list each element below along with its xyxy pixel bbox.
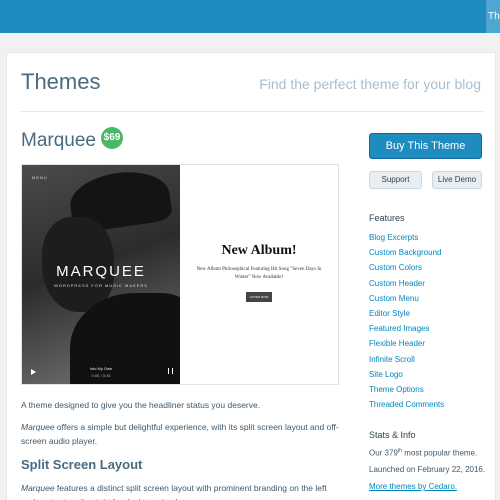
feature-link[interactable]: Custom Menu bbox=[369, 291, 444, 306]
description-paragraph-layout: Marquee features a distinct split screen… bbox=[21, 481, 341, 500]
features-heading: Features bbox=[369, 213, 405, 223]
page-title: Themes bbox=[21, 69, 101, 94]
preview-brand-subtitle: WORDPRESS FOR MUSIC MAKERS bbox=[54, 283, 148, 288]
description-intro: A theme designed to give you the headlin… bbox=[21, 400, 261, 410]
feature-link[interactable]: Infinite Scroll bbox=[369, 352, 444, 367]
buy-theme-button[interactable]: Buy This Theme bbox=[369, 133, 482, 159]
description-paragraph: Marquee offers a simple but delightful e… bbox=[21, 420, 341, 448]
stat-popularity-text: most popular theme. bbox=[402, 448, 478, 458]
preview-player-time: 0:00 / 3:15 bbox=[91, 373, 111, 378]
preview-album-text: New Album Philosophical Featuring Hit So… bbox=[196, 267, 322, 280]
top-bar: The bbox=[0, 0, 500, 33]
preview-content-panel: New Album! New Album Philosophical Featu… bbox=[180, 165, 338, 384]
feature-link[interactable]: Custom Header bbox=[369, 276, 444, 291]
theme-name: Marquee bbox=[21, 130, 96, 151]
header-divider bbox=[21, 111, 483, 112]
more-themes-link[interactable]: More themes by Cedaro. bbox=[369, 482, 457, 491]
feature-list: Blog Excerpts Custom Background Custom C… bbox=[369, 230, 444, 412]
stat-popularity: Our 379th most popular theme. bbox=[369, 448, 477, 458]
support-button[interactable]: Support bbox=[369, 171, 422, 189]
page-tagline: Find the perfect theme for your blog bbox=[259, 76, 481, 92]
feature-link[interactable]: Custom Background bbox=[369, 245, 444, 260]
feature-link[interactable]: Blog Excerpts bbox=[369, 230, 444, 245]
theme-preview-image[interactable]: MENU MARQUEE WORDPRESS FOR MUSIC MAKERS … bbox=[21, 164, 339, 385]
description-paragraph-layout-text: features a distinct split screen layout … bbox=[21, 483, 327, 500]
playlist-icon bbox=[168, 368, 173, 374]
section-heading: Split Screen Layout bbox=[21, 457, 143, 472]
stat-launch-date: Launched on February 22, 2016. bbox=[369, 465, 486, 474]
feature-link[interactable]: Threaded Comments bbox=[369, 397, 444, 412]
feature-link[interactable]: Featured Images bbox=[369, 321, 444, 336]
preview-album-title: New Album! bbox=[221, 243, 297, 258]
preview-brand: MARQUEE bbox=[56, 263, 146, 280]
stat-popularity-prefix: Our 379 bbox=[369, 448, 398, 458]
preview-branding-panel: MENU MARQUEE WORDPRESS FOR MUSIC MAKERS … bbox=[22, 165, 180, 384]
top-bar-corner-label[interactable]: The bbox=[486, 0, 500, 33]
preview-listen-button: LISTEN NOW bbox=[246, 292, 272, 302]
feature-link[interactable]: Theme Options bbox=[369, 382, 444, 397]
feature-link[interactable]: Flexible Header bbox=[369, 336, 444, 351]
description-paragraph-text: offers a simple but delightful experienc… bbox=[21, 422, 339, 446]
price-badge: $69 bbox=[101, 127, 123, 149]
theme-name-emphasis: Marquee bbox=[21, 483, 55, 493]
feature-link[interactable]: Editor Style bbox=[369, 306, 444, 321]
live-demo-button[interactable]: Live Demo bbox=[432, 171, 482, 189]
theme-name-emphasis: Marquee bbox=[21, 422, 55, 432]
feature-link[interactable]: Site Logo bbox=[369, 367, 444, 382]
theme-card: Themes Find the perfect theme for your b… bbox=[6, 52, 496, 500]
stats-heading: Stats & Info bbox=[369, 430, 416, 440]
preview-menu-label: MENU bbox=[32, 175, 48, 180]
preview-player-title: Into My Own bbox=[89, 366, 113, 371]
feature-link[interactable]: Custom Colors bbox=[369, 260, 444, 275]
